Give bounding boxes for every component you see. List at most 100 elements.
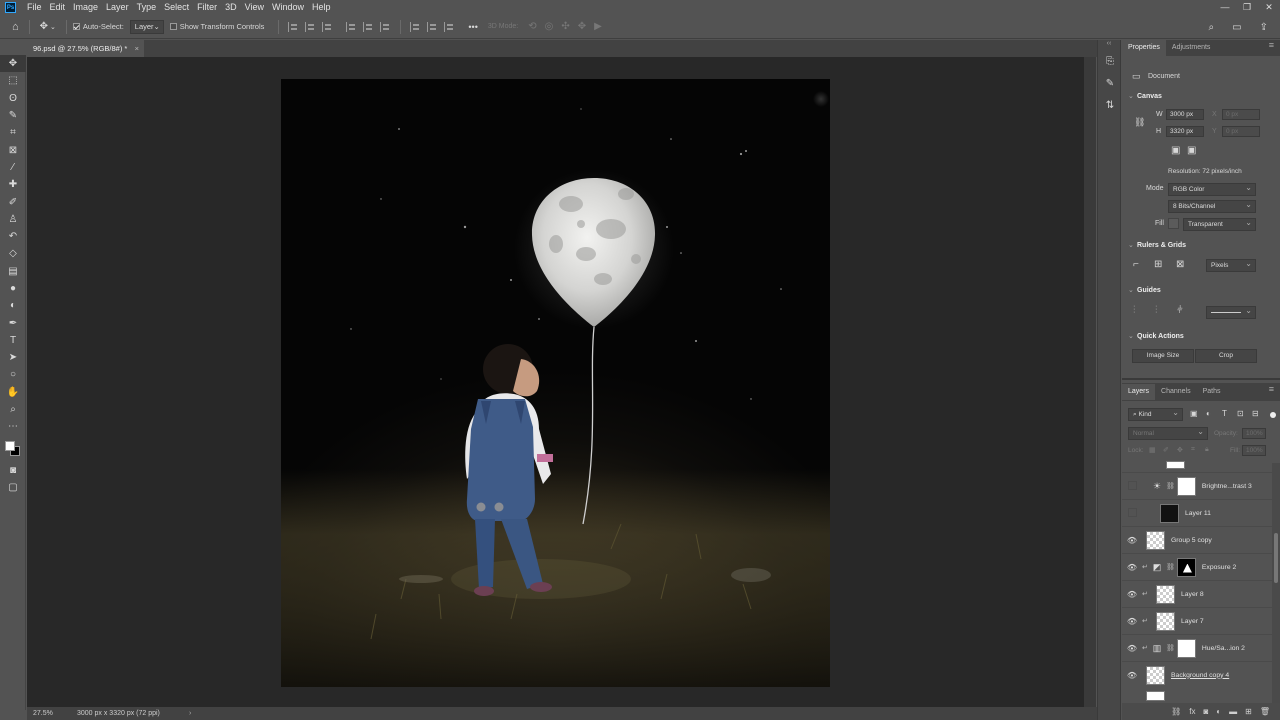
home-icon[interactable]: ⌂: [12, 21, 19, 33]
history-panel-icon[interactable]: ⎘: [1098, 50, 1122, 72]
menu-window[interactable]: Window: [268, 0, 308, 15]
distribute-icon[interactable]: [444, 21, 455, 32]
layer-name[interactable]: Group 5 copy: [1171, 537, 1212, 544]
adjustments-panel-icon[interactable]: ⇅: [1098, 94, 1122, 116]
canvas-vertical-scrollbar[interactable]: [1084, 57, 1096, 707]
chevron-down-icon[interactable]: ⌄: [1128, 286, 1134, 294]
layer-thumbnail[interactable]: [1146, 530, 1165, 550]
filter-type-icon[interactable]: T: [1222, 409, 1227, 418]
bit-depth-dropdown[interactable]: 8 Bits/Channel: [1168, 199, 1256, 213]
screen-mode-icon[interactable]: ▢: [0, 479, 26, 496]
zoom-tool-icon[interactable]: ⌕: [0, 401, 26, 418]
align-center-icon[interactable]: [305, 21, 316, 32]
ruler-icon[interactable]: ⌐: [1133, 259, 1139, 270]
filter-toggle-icon[interactable]: [1270, 412, 1276, 418]
crop-tool-icon[interactable]: ⌗: [0, 124, 26, 141]
align-bottom-icon[interactable]: [380, 21, 391, 32]
layer-name[interactable]: Brightne...trast 3: [1202, 483, 1252, 490]
pen-tool-icon[interactable]: ✒: [0, 314, 26, 331]
status-menu-arrow[interactable]: ›: [189, 710, 191, 717]
filter-shape-icon[interactable]: ⊡: [1237, 409, 1244, 418]
layer-thumbnail[interactable]: [1160, 503, 1179, 523]
frame-tool-icon[interactable]: ⊠: [0, 141, 26, 158]
align-right-icon[interactable]: [322, 21, 333, 32]
landscape-orientation-icon[interactable]: ▣: [1187, 145, 1196, 156]
color-swatches[interactable]: [0, 436, 26, 462]
chevron-down-icon[interactable]: ⌄: [1128, 332, 1134, 340]
chevron-down-icon[interactable]: ⌄: [1128, 241, 1134, 249]
eye-icon[interactable]: 👁︎: [1122, 536, 1142, 545]
foreground-color-swatch[interactable]: [5, 440, 15, 451]
ruler-units-dropdown[interactable]: Pixels: [1206, 258, 1256, 272]
gradient-tool-icon[interactable]: ▤: [0, 263, 26, 280]
height-field[interactable]: 3320 px: [1166, 126, 1204, 137]
filter-pixel-icon[interactable]: ▣: [1190, 409, 1198, 418]
transform-controls-checkbox[interactable]: [169, 23, 177, 30]
layer-mask-thumbnail[interactable]: [1176, 476, 1196, 496]
hand-tool-icon[interactable]: ✋: [0, 384, 26, 401]
workspace-icon[interactable]: ▭: [1232, 22, 1241, 33]
auto-select-checkbox[interactable]: [72, 23, 80, 30]
guide-style-dropdown[interactable]: [1206, 305, 1256, 319]
layer-row[interactable]: 👁︎ ↵ Layer 8: [1122, 580, 1280, 607]
layer-name[interactable]: Hue/Sa...ion 2: [1202, 645, 1245, 652]
menu-3d[interactable]: 3D: [221, 0, 241, 15]
smart-guides-icon[interactable]: ⫩: [1177, 305, 1183, 316]
path-select-tool-icon[interactable]: ➤: [0, 349, 26, 366]
auto-select-target-dropdown[interactable]: Layer ⌄: [129, 19, 164, 34]
pixel-grid-icon[interactable]: ⊠: [1176, 259, 1184, 270]
minimize-button[interactable]: —: [1214, 0, 1236, 15]
portrait-orientation-icon[interactable]: ▣: [1171, 145, 1180, 156]
eye-icon[interactable]: 👁︎: [1122, 590, 1142, 599]
collapse-panels-icon[interactable]: ‹‹: [1098, 40, 1120, 50]
type-tool-icon[interactable]: T: [0, 332, 26, 349]
menu-select[interactable]: Select: [160, 0, 193, 15]
tab-layers[interactable]: Layers: [1122, 384, 1156, 400]
link-icon[interactable]: ⛓: [1166, 644, 1175, 652]
shape-tool-icon[interactable]: ○: [0, 366, 26, 383]
visibility-toggle[interactable]: [1122, 481, 1142, 492]
new-adjustment-icon[interactable]: ◐: [1216, 707, 1221, 716]
filter-smart-object-icon[interactable]: ⊟: [1252, 409, 1259, 418]
quick-select-tool-icon[interactable]: ✎: [0, 107, 26, 124]
layer-thumbnail[interactable]: [1146, 665, 1165, 685]
menu-file[interactable]: File: [23, 0, 46, 15]
canvas-area[interactable]: [27, 57, 1084, 707]
link-icon[interactable]: ⛓: [1166, 482, 1175, 490]
link-icon[interactable]: ⛓: [1166, 563, 1175, 571]
brush-tool-icon[interactable]: ✐: [0, 193, 26, 210]
layer-mask-thumbnail[interactable]: [1176, 557, 1196, 577]
layer-thumbnail[interactable]: [1156, 611, 1175, 631]
image-size-button[interactable]: Image Size: [1132, 349, 1194, 363]
layer-thumbnail[interactable]: [1156, 584, 1175, 604]
menu-image[interactable]: Image: [69, 0, 102, 15]
restore-button[interactable]: ❐: [1236, 0, 1258, 15]
visibility-toggle[interactable]: [1122, 508, 1142, 519]
eye-icon[interactable]: 👁︎: [1122, 671, 1142, 680]
layer-filter-dropdown[interactable]: ⌕ Kind: [1128, 407, 1183, 421]
grid-icon[interactable]: ⊞: [1154, 259, 1162, 270]
panel-menu-icon[interactable]: ≡: [1269, 384, 1274, 394]
quick-mask-icon[interactable]: ◙: [0, 462, 26, 479]
document-canvas[interactable]: [281, 79, 830, 687]
opacity-field[interactable]: 100%: [1242, 428, 1266, 439]
blend-mode-dropdown[interactable]: Normal: [1128, 426, 1208, 440]
tab-adjustments[interactable]: Adjustments: [1166, 40, 1217, 56]
link-icon[interactable]: ⛓: [1134, 117, 1145, 128]
lock-artboard-icon[interactable]: ⌗: [1191, 446, 1195, 454]
layer-row[interactable]: 👁︎ ↵ ▥ ⛓ Hue/Sa...ion 2: [1122, 634, 1280, 661]
move-tool-icon[interactable]: ✥: [0, 55, 26, 73]
close-tab-icon[interactable]: ×: [135, 40, 139, 57]
eraser-tool-icon[interactable]: ◇: [0, 245, 26, 262]
tab-paths[interactable]: Paths: [1197, 384, 1227, 400]
panel-menu-icon[interactable]: ≡: [1269, 40, 1274, 50]
new-layer-icon[interactable]: ⊞: [1245, 707, 1252, 716]
marquee-tool-icon[interactable]: ⬚: [0, 72, 26, 89]
brush-settings-icon[interactable]: ✎: [1098, 72, 1122, 94]
layer-row[interactable]: Layer 11: [1122, 499, 1280, 526]
menu-type[interactable]: Type: [133, 0, 161, 15]
layers-scrollbar[interactable]: [1272, 463, 1280, 703]
layer-name[interactable]: Exposure 2: [1202, 564, 1236, 571]
lock-all-icon[interactable]: 🔒︎: [1205, 446, 1209, 454]
search-icon[interactable]: ⌕: [1209, 22, 1215, 33]
